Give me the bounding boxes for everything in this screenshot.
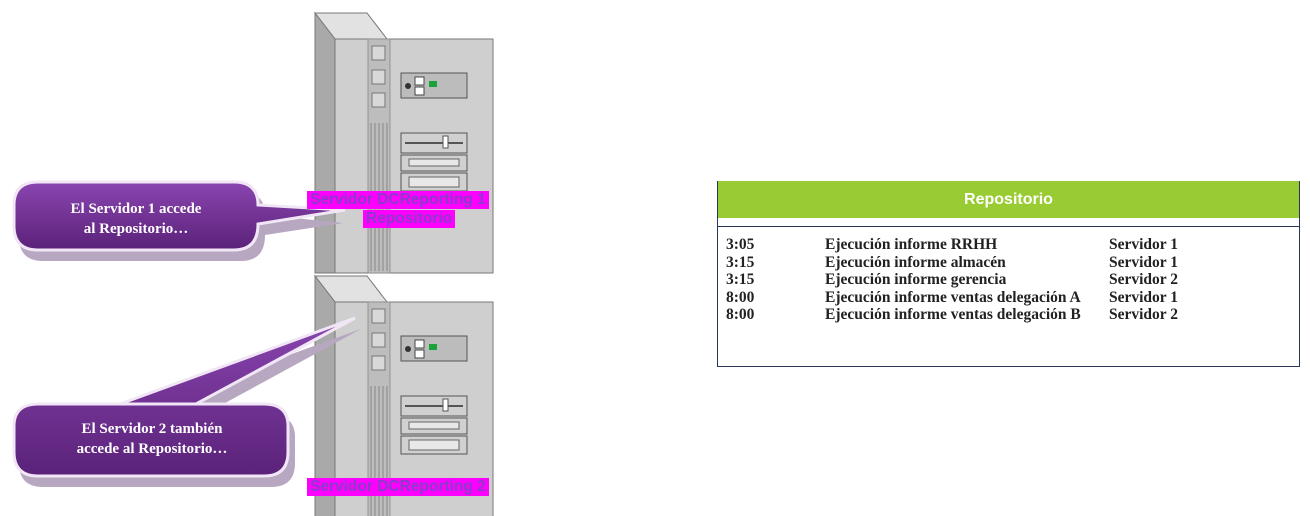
- server-1-label: Servidor DCReporting 1: [307, 191, 489, 209]
- repository-divider: [718, 226, 1299, 227]
- row-time: 8:00: [726, 288, 755, 306]
- row-job: Ejecución informe almacén: [825, 253, 1006, 271]
- row-time: 3:05: [726, 236, 755, 253]
- repository-title: Repositorio: [718, 181, 1299, 218]
- row-job: Ejecución informe ventas delegación B: [825, 306, 1081, 323]
- server-1-sublabel: Repositorio: [363, 210, 456, 228]
- callout-1-line-1: El Servidor 1 accede: [70, 201, 202, 217]
- callout-1-line-2: al Repositorio…: [83, 221, 189, 237]
- row-job: Ejecución informe RRHH: [825, 236, 998, 253]
- callout-1-text: El Servidor 1 accede al Repositorio…: [24, 199, 248, 239]
- callout-2-line-1: El Servidor 2 también: [81, 421, 223, 437]
- row-job: Ejecución informe gerencia: [825, 271, 1007, 288]
- row-time: 3:15: [726, 253, 755, 271]
- server-2-label: Servidor DCReporting 2: [307, 478, 489, 496]
- row-server: Servidor 1: [1109, 236, 1179, 253]
- callout-2-text: El Servidor 2 también accede al Reposito…: [24, 419, 280, 459]
- row-job: Ejecución informe ventas delegación A: [825, 288, 1081, 306]
- row-server: Servidor 1: [1109, 288, 1179, 306]
- server-1-tower-icon: [314, 12, 494, 274]
- row-server: Servidor 2: [1109, 306, 1179, 323]
- repository-table: Repositorio 3:05 Ejecución informe RRHH …: [717, 181, 1300, 367]
- callout-2-line-2: accede al Repositorio…: [76, 441, 228, 457]
- row-time: 3:15: [726, 271, 755, 288]
- row-server: Servidor 1: [1109, 253, 1179, 271]
- callout-2-bubble: [12, 316, 361, 487]
- row-server: Servidor 2: [1109, 271, 1179, 288]
- row-time: 8:00: [726, 306, 755, 323]
